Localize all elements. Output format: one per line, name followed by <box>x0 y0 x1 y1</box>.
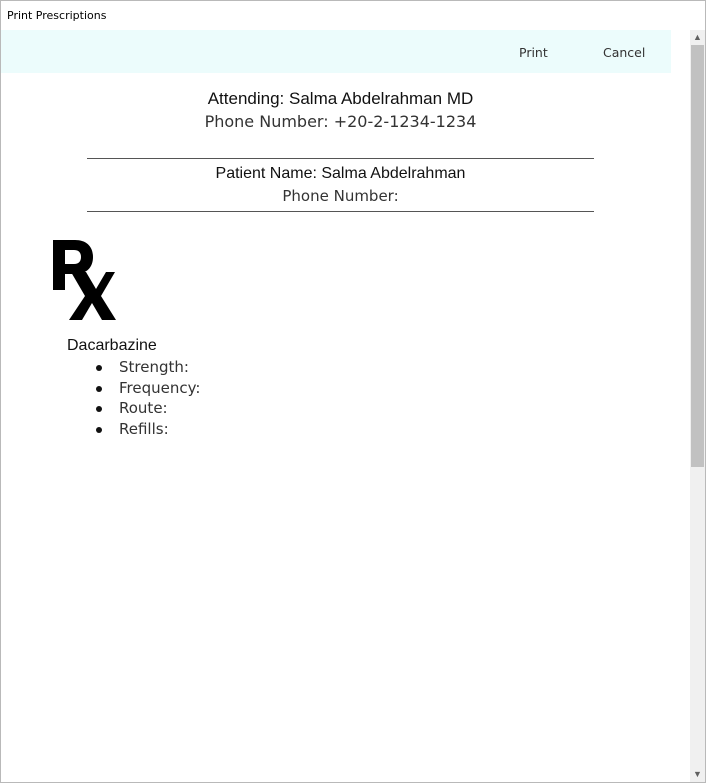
toolbar: Print Cancel <box>1 30 671 73</box>
detail-label: Frequency: <box>119 378 201 397</box>
patient-phone-number: Phone Number: <box>282 187 399 205</box>
cancel-button[interactable]: Cancel <box>603 45 645 60</box>
scroll-down-arrow-icon[interactable]: ▼ <box>690 767 705 782</box>
patient-name: Patient Name: Salma Abdelrahman <box>215 165 466 182</box>
bullet-icon <box>96 406 102 413</box>
detail-label: Strength: <box>119 358 189 376</box>
divider-bottom <box>87 211 594 212</box>
detail-route: Route: <box>96 398 200 419</box>
detail-refills: Refills: <box>96 419 200 440</box>
bullet-icon <box>96 385 102 392</box>
vertical-scrollbar[interactable]: ▲ ▼ <box>690 30 705 782</box>
detail-label: Route: <box>119 399 168 418</box>
detail-strength: Strength: <box>96 357 200 378</box>
scroll-up-arrow-icon[interactable]: ▲ <box>690 30 705 45</box>
detail-label: Refills: <box>119 420 169 439</box>
scrollbar-thumb[interactable] <box>691 45 704 467</box>
title-bar[interactable]: Print Prescriptions <box>1 1 705 29</box>
detail-frequency: Frequency: <box>96 378 200 399</box>
attending-physician: Attending: Salma Abdelrahman MD <box>207 89 474 108</box>
print-prescriptions-window: Print Prescriptions Print Cancel Attendi… <box>0 0 706 783</box>
attending-phone-number: Phone Number: +20-2-1234-1234 <box>204 112 477 131</box>
rx-symbol-icon <box>53 240 116 320</box>
bullet-icon <box>96 365 102 371</box>
drug-name: Dacarbazine <box>67 337 157 354</box>
print-button[interactable]: Print <box>519 45 548 60</box>
window-title: Print Prescriptions <box>7 9 107 22</box>
prescription-document: Attending: Salma Abdelrahman MD Phone Nu… <box>1 73 690 782</box>
divider-top <box>87 158 594 159</box>
prescription-details-list: Strength: Frequency: Route: Refills: <box>96 357 200 440</box>
bullet-icon <box>96 427 102 434</box>
